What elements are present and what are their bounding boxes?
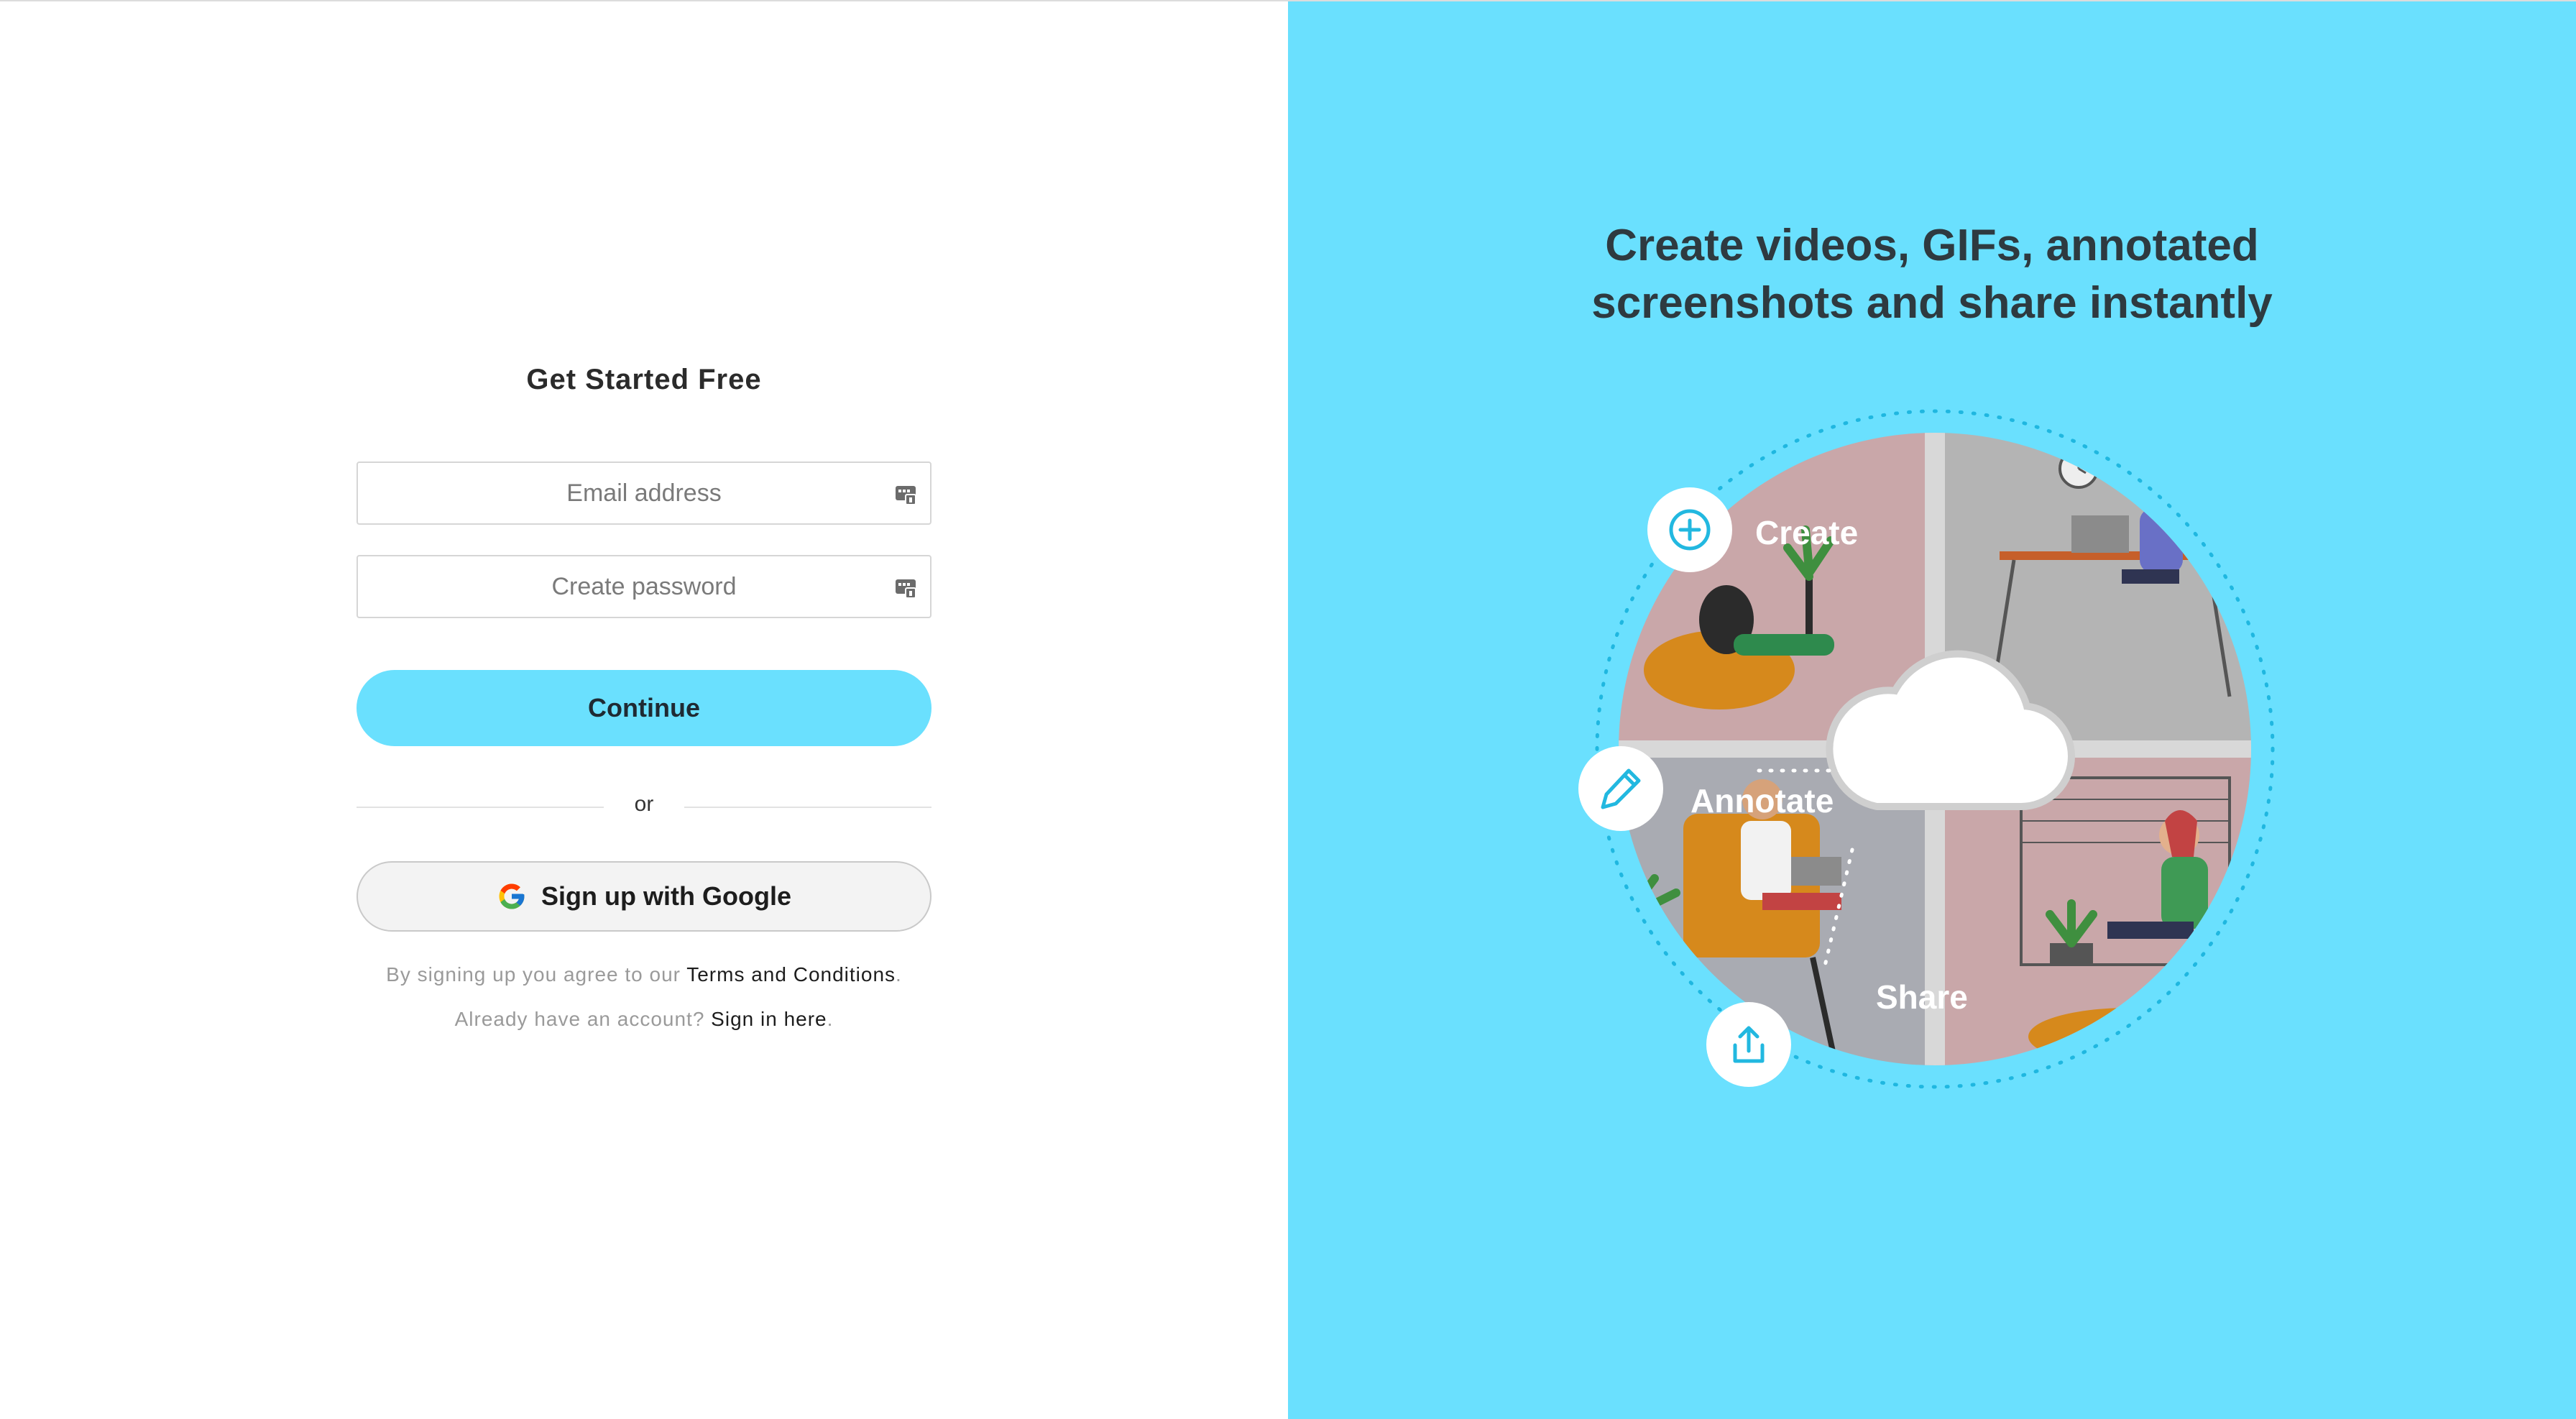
promo-panel: Create videos, GIFs, annotated screensho… — [1288, 1, 2576, 1419]
form-title: Get Started Free — [526, 364, 762, 395]
google-signup-label: Sign up with Google — [541, 881, 791, 911]
plus-circle-icon — [1669, 509, 1711, 551]
email-input[interactable] — [358, 463, 930, 523]
google-g-icon — [499, 883, 525, 909]
signin-suffix: . — [827, 1008, 834, 1030]
create-badge — [1647, 487, 1732, 572]
password-manager-icon[interactable] — [894, 483, 917, 506]
pencil-icon — [1601, 768, 1641, 809]
signup-panel: Get Started Free Contin — [0, 1, 1288, 1419]
google-signup-button[interactable]: Sign up with Google — [356, 861, 932, 932]
or-separator: or — [634, 792, 654, 816]
email-field[interactable] — [356, 461, 932, 525]
promo-headline: Create videos, GIFs, annotated screensho… — [1288, 217, 2576, 332]
share-badge — [1706, 1002, 1791, 1087]
feature-label-create: Create — [1755, 514, 1859, 551]
promo-headline-line2: screenshots and share instantly — [1591, 278, 2273, 328]
password-input[interactable] — [358, 556, 930, 617]
terms-suffix: . — [896, 963, 902, 986]
signin-link[interactable]: Sign in here — [711, 1008, 827, 1030]
terms-link[interactable]: Terms and Conditions — [686, 963, 896, 986]
divider-left — [356, 807, 604, 808]
feature-label-annotate: Annotate — [1690, 782, 1834, 819]
divider-right — [684, 807, 932, 808]
signin-prefix: Already have an account? — [454, 1008, 712, 1030]
upload-share-icon — [1733, 1026, 1765, 1063]
terms-prefix: By signing up you agree to our — [386, 963, 687, 986]
feature-label-share: Share — [1876, 978, 1968, 1016]
annotate-badge — [1578, 746, 1663, 831]
signup-page: Get Started Free Contin — [0, 0, 2576, 1419]
continue-button[interactable]: Continue — [356, 670, 932, 746]
password-manager-icon[interactable] — [894, 577, 917, 600]
terms-notice: By signing up you agree to our Terms and… — [0, 963, 1288, 986]
promo-headline-line1: Create videos, GIFs, annotated — [1605, 221, 2259, 270]
password-field[interactable] — [356, 555, 932, 618]
signin-notice: Already have an account? Sign in here. — [0, 1008, 1288, 1031]
